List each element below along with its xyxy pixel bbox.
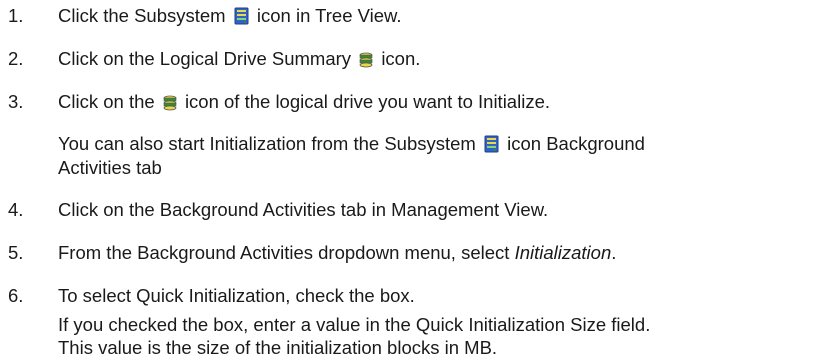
step-text: Click on the bbox=[58, 91, 155, 112]
step-emphasis: Initialization bbox=[514, 242, 612, 263]
subsystem-icon bbox=[483, 135, 500, 158]
note-line: If you checked the box, enter a value in… bbox=[58, 313, 650, 336]
logical-drive-icon bbox=[162, 93, 178, 116]
step-number: 1. bbox=[8, 5, 24, 26]
step-text: icon of the logical drive you want to In… bbox=[184, 91, 550, 112]
step-text: To select Quick Initialization, check th… bbox=[58, 285, 415, 306]
note-text: You can also start Initialization from t… bbox=[58, 133, 476, 154]
note-text: Activities tab bbox=[58, 157, 162, 178]
step-number: 2. bbox=[8, 48, 24, 69]
step-text: Click on the Background Activities tab i… bbox=[58, 199, 549, 220]
step-number: 6. bbox=[8, 285, 24, 306]
note-text: If you checked the box, enter a value in… bbox=[58, 314, 651, 335]
step-number: 5. bbox=[8, 242, 24, 263]
note-text: icon Background bbox=[507, 133, 645, 154]
step-text: Click on the Logical Drive Summary bbox=[58, 48, 352, 69]
step-text: icon in Tree View. bbox=[256, 5, 402, 26]
step-number: 3. bbox=[8, 91, 24, 112]
step-number: 4. bbox=[8, 199, 24, 220]
note-text: This value is the size of the initializa… bbox=[58, 337, 498, 358]
document-page: 1. Click the Subsystem icon in Tree View… bbox=[0, 0, 818, 361]
note-line: This value is the size of the initializa… bbox=[58, 336, 497, 359]
note-line: You can also start Initialization from t… bbox=[58, 132, 645, 158]
step-text: . bbox=[611, 242, 617, 263]
step-text: icon. bbox=[381, 48, 421, 69]
subsystem-icon bbox=[233, 7, 250, 30]
note-line: Activities tab bbox=[58, 156, 162, 179]
step-text: From the Background Activities dropdown … bbox=[58, 242, 510, 263]
step-text: Click the Subsystem bbox=[58, 5, 226, 26]
logical-drive-summary-icon bbox=[358, 50, 374, 73]
